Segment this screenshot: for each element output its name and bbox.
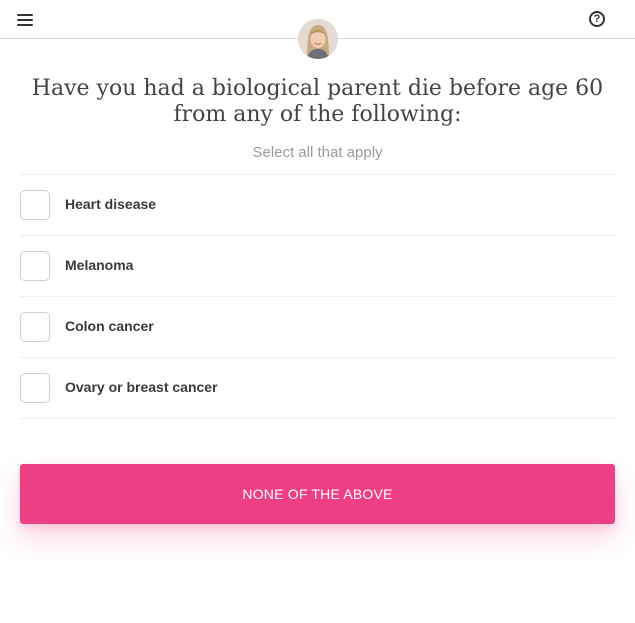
- option-ovary-or-breast-cancer[interactable]: Ovary or breast cancer: [20, 358, 615, 419]
- option-melanoma[interactable]: Melanoma: [20, 236, 615, 297]
- checkbox[interactable]: [20, 190, 50, 220]
- option-colon-cancer[interactable]: Colon cancer: [20, 297, 615, 358]
- checkbox[interactable]: [20, 373, 50, 403]
- app-root: ? Have you had a biological parent die b…: [0, 0, 635, 623]
- question-subtitle: Select all that apply: [252, 144, 383, 161]
- checkbox[interactable]: [20, 251, 50, 281]
- option-label: Ovary or breast cancer: [65, 379, 218, 395]
- question-title: Have you had a biological parent die bef…: [31, 76, 604, 127]
- avatar: [298, 19, 338, 59]
- options-list: Heart disease Melanoma Colon cancer Ovar…: [20, 174, 615, 419]
- hamburger-menu-icon[interactable]: [17, 13, 33, 27]
- question-circle-icon[interactable]: ?: [589, 11, 605, 27]
- option-label: Heart disease: [65, 196, 157, 212]
- option-label: Colon cancer: [65, 318, 154, 334]
- option-heart-disease[interactable]: Heart disease: [20, 175, 615, 236]
- none-of-the-above-button[interactable]: NONE OF THE ABOVE: [20, 464, 615, 524]
- checkbox[interactable]: [20, 312, 50, 342]
- option-label: Melanoma: [65, 257, 134, 273]
